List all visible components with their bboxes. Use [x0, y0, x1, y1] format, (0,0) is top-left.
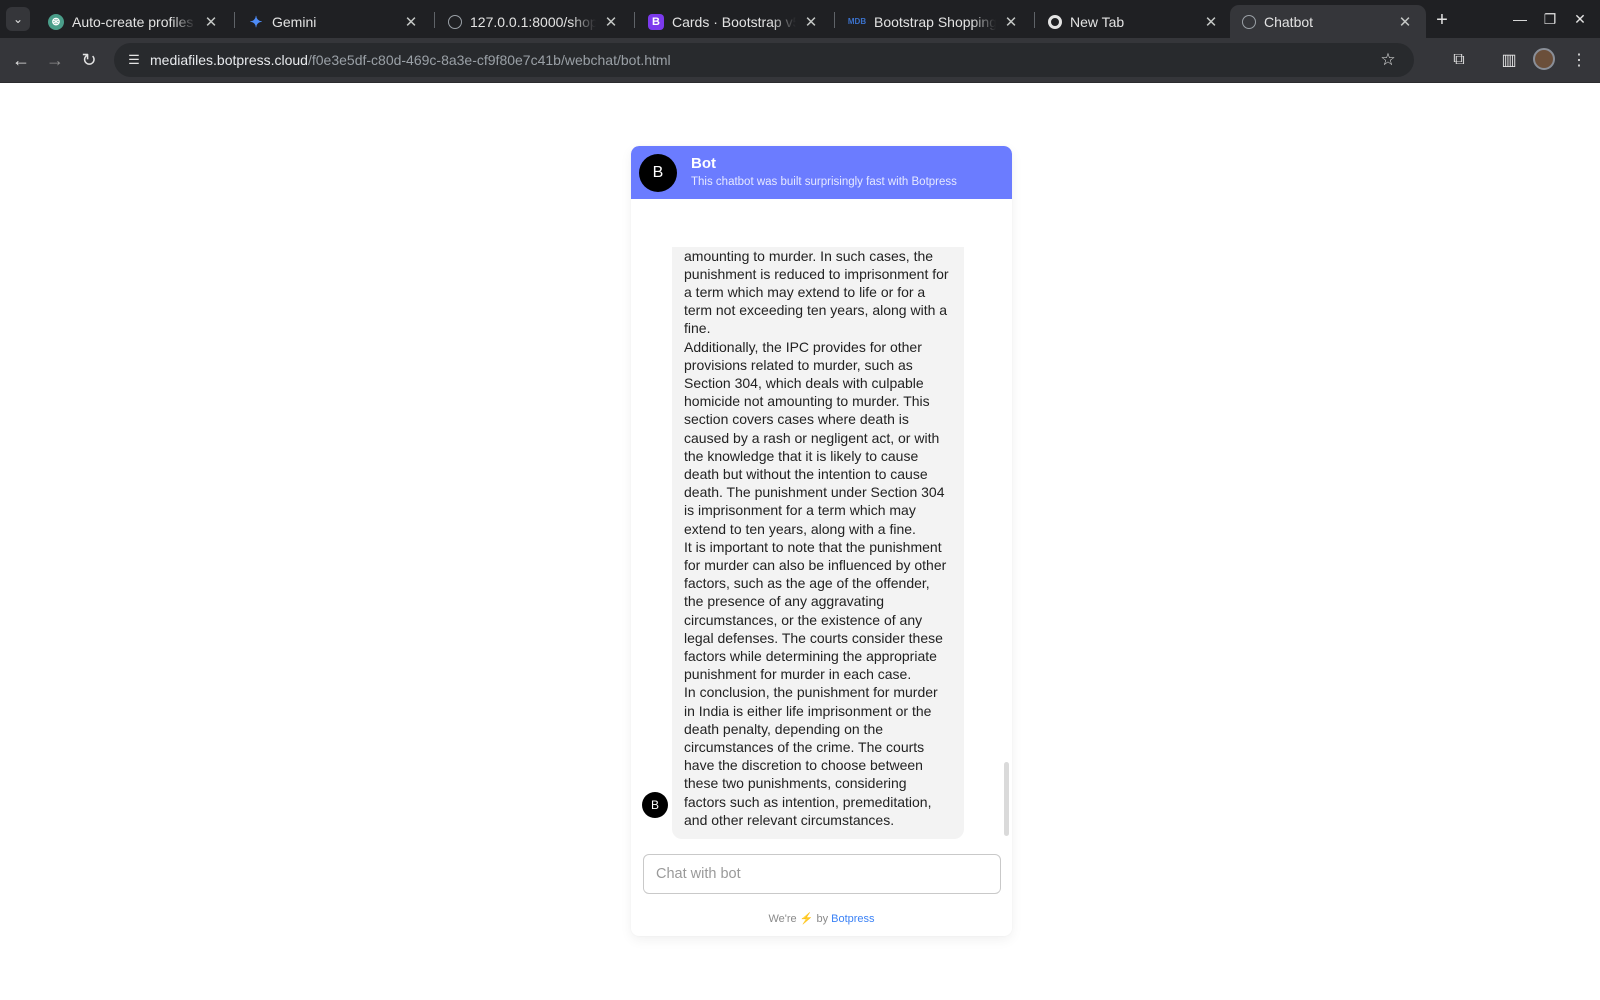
close-icon[interactable]: ✕	[202, 13, 220, 31]
globe-icon	[448, 14, 462, 29]
reload-icon[interactable]: ↻	[75, 46, 103, 74]
extensions-icon[interactable]: ⧉	[1446, 47, 1472, 73]
message-list[interactable]: amounting to murder. In such cases, the …	[631, 199, 1012, 839]
tab-search-icon[interactable]: ⌄	[6, 7, 30, 31]
message-scrollbar[interactable]	[1004, 762, 1009, 836]
close-icon[interactable]: ✕	[1002, 13, 1020, 31]
browser-toolbar: ← → ↻ ☰ mediafiles.botpress.cloud/f0e3e5…	[0, 38, 1600, 83]
globe-icon	[1242, 14, 1256, 29]
botpress-link[interactable]: Botpress	[831, 913, 874, 925]
tab-title: Auto-create profiles	[72, 13, 194, 30]
site-info-icon[interactable]: ☰	[122, 48, 146, 72]
tab-title: New Tab	[1070, 13, 1125, 30]
tab-title: Gemini	[272, 13, 317, 30]
bolt-icon: ⚡	[799, 913, 814, 925]
menu-icon[interactable]: ⋮	[1566, 47, 1592, 73]
tab-chatbot[interactable]: Chatbot ✕	[1230, 5, 1426, 38]
tab-separator	[1034, 12, 1035, 28]
gemini-icon: ✦	[249, 13, 263, 31]
tab-gemini[interactable]: ✦ Gemini ✕	[236, 5, 432, 38]
url-path: /f0e3e5df-c80d-469c-8a3e-cf9f80e7c41b/we…	[307, 52, 671, 68]
new-tab-button[interactable]: +	[1430, 8, 1454, 32]
close-icon[interactable]: ✕	[602, 13, 620, 31]
tab-separator	[434, 12, 435, 28]
back-icon[interactable]: ←	[7, 46, 35, 74]
webchat-widget: B Bot This chatbot was built surprisingl…	[631, 146, 1012, 936]
close-icon[interactable]: ✕	[1396, 13, 1414, 31]
tab-auto-create-profiles[interactable]: ⊛ Auto-create profiles ✕	[36, 5, 232, 38]
address-bar[interactable]: ☰ mediafiles.botpress.cloud/f0e3e5df-c80…	[114, 43, 1414, 77]
tab-localhost-shop[interactable]: 127.0.0.1:8000/shop ✕	[436, 5, 632, 38]
chat-header: B Bot This chatbot was built surprisingl…	[631, 146, 1012, 199]
tab-title: Bootstrap Shopping	[874, 13, 996, 30]
bot-name: Bot	[691, 155, 716, 172]
bot-description: This chatbot was built surprisingly fast…	[691, 176, 957, 188]
bookmark-star-icon[interactable]: ☆	[1376, 48, 1400, 72]
message-paragraph: In conclusion, the punishment for murder…	[684, 684, 938, 828]
bot-avatar: B	[639, 154, 677, 192]
message-paragraph: amounting to murder. In such cases, the …	[684, 247, 949, 337]
bootstrap-icon: B	[648, 13, 664, 30]
tab-strip: ⌄ ⊛ Auto-create profiles ✕ ✦ Gemini ✕ 12…	[0, 0, 1600, 38]
tab-title: Chatbot	[1264, 13, 1314, 30]
tab-separator	[634, 12, 635, 28]
restore-icon[interactable]: ❐	[1535, 6, 1565, 32]
powered-by-footer: We're ⚡ by Botpress	[631, 912, 1012, 925]
message-paragraph: Additionally, the IPC provides for other…	[684, 338, 945, 537]
chrome-icon	[1048, 14, 1062, 29]
footer-by: by	[816, 913, 829, 925]
side-panel-icon[interactable]: ▥	[1496, 47, 1522, 73]
tab-separator	[834, 12, 835, 28]
tab-new-tab[interactable]: New Tab ✕	[1036, 5, 1232, 38]
message-avatar: B	[642, 792, 668, 818]
close-icon[interactable]: ✕	[1202, 13, 1220, 31]
chat-composer	[643, 854, 1001, 894]
tab-bootstrap-cards[interactable]: B Cards · Bootstrap v5 ✕	[636, 5, 832, 38]
mdb-icon: MDB	[847, 17, 867, 26]
minimize-icon[interactable]: —	[1505, 6, 1535, 32]
tab-title: Cards · Bootstrap v5	[672, 13, 796, 30]
chat-input[interactable]	[644, 855, 1000, 893]
url-text[interactable]: mediafiles.botpress.cloud/f0e3e5df-c80d-…	[150, 52, 671, 68]
close-icon[interactable]: ✕	[402, 13, 420, 31]
message-paragraph: It is important to note that the punishm…	[684, 538, 947, 683]
close-window-icon[interactable]: ✕	[1565, 6, 1595, 32]
bot-message-bubble: amounting to murder. In such cases, the …	[672, 246, 964, 839]
tab-bootstrap-shopping[interactable]: MDB Bootstrap Shopping ✕	[836, 5, 1032, 38]
forward-icon[interactable]: →	[41, 46, 69, 74]
tab-separator	[234, 12, 235, 28]
tab-title: 127.0.0.1:8000/shop	[470, 13, 596, 30]
footer-prefix: We're	[768, 913, 797, 925]
chatgpt-icon: ⊛	[48, 13, 64, 30]
profile-avatar[interactable]	[1533, 48, 1555, 70]
url-host: mediafiles.botpress.cloud	[150, 52, 308, 68]
close-icon[interactable]: ✕	[802, 13, 820, 31]
